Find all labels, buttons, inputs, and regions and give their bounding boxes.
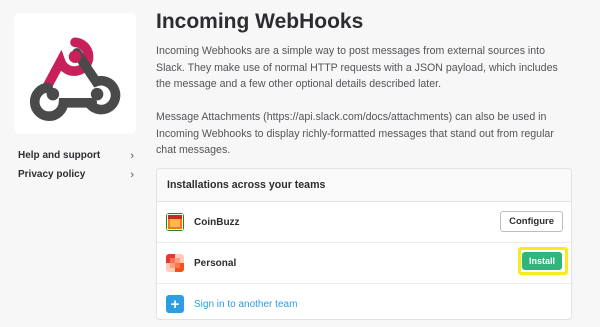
plus-icon[interactable]: +: [166, 295, 184, 313]
install-button[interactable]: Install: [522, 252, 562, 270]
installations-header: Installations across your teams: [157, 169, 571, 202]
webhooks-logo-icon: [29, 37, 121, 121]
app-logo-card: [14, 13, 136, 134]
sign-in-another-team-link[interactable]: Sign in to another team: [194, 299, 297, 310]
chevron-right-icon: ›: [130, 149, 134, 162]
personal-team-icon: [166, 254, 184, 272]
page-title: Incoming WebHooks: [156, 10, 364, 33]
sidebar-item-label: Privacy policy: [18, 169, 86, 180]
attachments-paragraph: Message Attachments (https://api.slack.c…: [156, 111, 554, 156]
add-team-row: + Sign in to another team: [157, 284, 571, 324]
sidebar-item-help-and-support[interactable]: Help and support ›: [18, 146, 134, 165]
sidebar-item-privacy-policy[interactable]: Privacy policy ›: [18, 165, 134, 184]
sidebar-item-label: Help and support: [18, 150, 101, 161]
chevron-right-icon: ›: [130, 168, 134, 181]
team-row-coinbuzz: CoinBuzz Configure: [157, 202, 571, 243]
coinbuzz-team-icon: [166, 213, 184, 231]
configure-button[interactable]: Configure: [500, 211, 563, 232]
team-name: Personal: [194, 257, 237, 269]
team-row-personal: Personal Install: [157, 243, 571, 284]
sidebar-nav: Help and support › Privacy policy ›: [18, 146, 134, 184]
installations-panel: Installations across your teams CoinBuzz…: [156, 168, 572, 320]
description-paragraph: Incoming Webhooks are a simple way to po…: [156, 45, 558, 90]
team-name: CoinBuzz: [194, 216, 240, 228]
